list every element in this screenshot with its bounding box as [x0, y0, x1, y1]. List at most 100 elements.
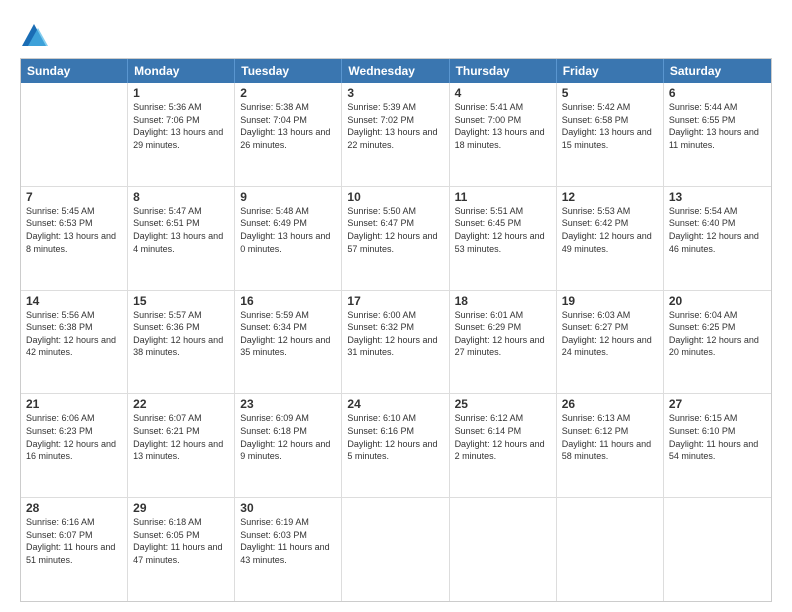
- logo-icon: [20, 22, 48, 50]
- cell-info: Sunrise: 6:01 AMSunset: 6:29 PMDaylight:…: [455, 309, 551, 359]
- cell-date: 26: [562, 397, 658, 411]
- calendar-cell: 5 Sunrise: 5:42 AMSunset: 6:58 PMDayligh…: [557, 83, 664, 186]
- cell-date: 5: [562, 86, 658, 100]
- calendar-cell: [21, 83, 128, 186]
- calendar-cell: 2 Sunrise: 5:38 AMSunset: 7:04 PMDayligh…: [235, 83, 342, 186]
- cell-info: Sunrise: 5:41 AMSunset: 7:00 PMDaylight:…: [455, 101, 551, 151]
- calendar-cell: 6 Sunrise: 5:44 AMSunset: 6:55 PMDayligh…: [664, 83, 771, 186]
- cell-info: Sunrise: 6:04 AMSunset: 6:25 PMDaylight:…: [669, 309, 766, 359]
- cell-date: 15: [133, 294, 229, 308]
- cell-info: Sunrise: 5:42 AMSunset: 6:58 PMDaylight:…: [562, 101, 658, 151]
- calendar-cell: 4 Sunrise: 5:41 AMSunset: 7:00 PMDayligh…: [450, 83, 557, 186]
- calendar-cell: [664, 498, 771, 601]
- day-header: Tuesday: [235, 59, 342, 83]
- calendar-week: 21 Sunrise: 6:06 AMSunset: 6:23 PMDaylig…: [21, 393, 771, 497]
- calendar-cell: 25 Sunrise: 6:12 AMSunset: 6:14 PMDaylig…: [450, 394, 557, 497]
- calendar-cell: 13 Sunrise: 5:54 AMSunset: 6:40 PMDaylig…: [664, 187, 771, 290]
- calendar-week: 1 Sunrise: 5:36 AMSunset: 7:06 PMDayligh…: [21, 83, 771, 186]
- cell-info: Sunrise: 5:38 AMSunset: 7:04 PMDaylight:…: [240, 101, 336, 151]
- calendar-cell: [557, 498, 664, 601]
- calendar-cell: [342, 498, 449, 601]
- calendar-cell: 23 Sunrise: 6:09 AMSunset: 6:18 PMDaylig…: [235, 394, 342, 497]
- cell-date: 4: [455, 86, 551, 100]
- calendar-cell: [450, 498, 557, 601]
- cell-info: Sunrise: 6:15 AMSunset: 6:10 PMDaylight:…: [669, 412, 766, 462]
- cell-info: Sunrise: 5:59 AMSunset: 6:34 PMDaylight:…: [240, 309, 336, 359]
- day-header: Wednesday: [342, 59, 449, 83]
- logo: [20, 22, 52, 50]
- cell-date: 6: [669, 86, 766, 100]
- cell-date: 19: [562, 294, 658, 308]
- day-header: Saturday: [664, 59, 771, 83]
- calendar-cell: 16 Sunrise: 5:59 AMSunset: 6:34 PMDaylig…: [235, 291, 342, 394]
- cell-info: Sunrise: 6:13 AMSunset: 6:12 PMDaylight:…: [562, 412, 658, 462]
- calendar-week: 28 Sunrise: 6:16 AMSunset: 6:07 PMDaylig…: [21, 497, 771, 601]
- cell-info: Sunrise: 5:47 AMSunset: 6:51 PMDaylight:…: [133, 205, 229, 255]
- calendar-cell: 9 Sunrise: 5:48 AMSunset: 6:49 PMDayligh…: [235, 187, 342, 290]
- cell-date: 11: [455, 190, 551, 204]
- cell-info: Sunrise: 6:06 AMSunset: 6:23 PMDaylight:…: [26, 412, 122, 462]
- day-header: Friday: [557, 59, 664, 83]
- cell-info: Sunrise: 5:50 AMSunset: 6:47 PMDaylight:…: [347, 205, 443, 255]
- page: SundayMondayTuesdayWednesdayThursdayFrid…: [0, 0, 792, 612]
- cell-info: Sunrise: 5:48 AMSunset: 6:49 PMDaylight:…: [240, 205, 336, 255]
- calendar-cell: 8 Sunrise: 5:47 AMSunset: 6:51 PMDayligh…: [128, 187, 235, 290]
- cell-info: Sunrise: 5:57 AMSunset: 6:36 PMDaylight:…: [133, 309, 229, 359]
- day-header: Sunday: [21, 59, 128, 83]
- cell-info: Sunrise: 6:03 AMSunset: 6:27 PMDaylight:…: [562, 309, 658, 359]
- calendar-cell: 24 Sunrise: 6:10 AMSunset: 6:16 PMDaylig…: [342, 394, 449, 497]
- calendar-cell: 17 Sunrise: 6:00 AMSunset: 6:32 PMDaylig…: [342, 291, 449, 394]
- cell-date: 1: [133, 86, 229, 100]
- cell-date: 3: [347, 86, 443, 100]
- calendar-cell: 20 Sunrise: 6:04 AMSunset: 6:25 PMDaylig…: [664, 291, 771, 394]
- calendar-cell: 18 Sunrise: 6:01 AMSunset: 6:29 PMDaylig…: [450, 291, 557, 394]
- cell-info: Sunrise: 6:18 AMSunset: 6:05 PMDaylight:…: [133, 516, 229, 566]
- cell-info: Sunrise: 6:19 AMSunset: 6:03 PMDaylight:…: [240, 516, 336, 566]
- cell-date: 10: [347, 190, 443, 204]
- calendar-cell: 19 Sunrise: 6:03 AMSunset: 6:27 PMDaylig…: [557, 291, 664, 394]
- calendar-cell: 21 Sunrise: 6:06 AMSunset: 6:23 PMDaylig…: [21, 394, 128, 497]
- calendar-cell: 29 Sunrise: 6:18 AMSunset: 6:05 PMDaylig…: [128, 498, 235, 601]
- cell-info: Sunrise: 6:10 AMSunset: 6:16 PMDaylight:…: [347, 412, 443, 462]
- cell-date: 17: [347, 294, 443, 308]
- cell-date: 18: [455, 294, 551, 308]
- calendar-cell: 26 Sunrise: 6:13 AMSunset: 6:12 PMDaylig…: [557, 394, 664, 497]
- calendar-week: 14 Sunrise: 5:56 AMSunset: 6:38 PMDaylig…: [21, 290, 771, 394]
- header: [20, 18, 772, 50]
- cell-date: 25: [455, 397, 551, 411]
- cell-date: 9: [240, 190, 336, 204]
- calendar-cell: 3 Sunrise: 5:39 AMSunset: 7:02 PMDayligh…: [342, 83, 449, 186]
- cell-info: Sunrise: 6:07 AMSunset: 6:21 PMDaylight:…: [133, 412, 229, 462]
- cell-date: 28: [26, 501, 122, 515]
- cell-info: Sunrise: 5:45 AMSunset: 6:53 PMDaylight:…: [26, 205, 122, 255]
- cell-info: Sunrise: 5:51 AMSunset: 6:45 PMDaylight:…: [455, 205, 551, 255]
- cell-info: Sunrise: 6:09 AMSunset: 6:18 PMDaylight:…: [240, 412, 336, 462]
- cell-date: 16: [240, 294, 336, 308]
- cell-date: 22: [133, 397, 229, 411]
- cell-info: Sunrise: 5:54 AMSunset: 6:40 PMDaylight:…: [669, 205, 766, 255]
- calendar-cell: 10 Sunrise: 5:50 AMSunset: 6:47 PMDaylig…: [342, 187, 449, 290]
- calendar-header: SundayMondayTuesdayWednesdayThursdayFrid…: [21, 59, 771, 83]
- cell-date: 7: [26, 190, 122, 204]
- cell-date: 29: [133, 501, 229, 515]
- calendar-cell: 7 Sunrise: 5:45 AMSunset: 6:53 PMDayligh…: [21, 187, 128, 290]
- calendar-body: 1 Sunrise: 5:36 AMSunset: 7:06 PMDayligh…: [21, 83, 771, 601]
- cell-date: 13: [669, 190, 766, 204]
- cell-date: 23: [240, 397, 336, 411]
- cell-date: 14: [26, 294, 122, 308]
- cell-date: 27: [669, 397, 766, 411]
- cell-info: Sunrise: 5:44 AMSunset: 6:55 PMDaylight:…: [669, 101, 766, 151]
- cell-date: 24: [347, 397, 443, 411]
- calendar-cell: 15 Sunrise: 5:57 AMSunset: 6:36 PMDaylig…: [128, 291, 235, 394]
- cell-info: Sunrise: 5:56 AMSunset: 6:38 PMDaylight:…: [26, 309, 122, 359]
- calendar-cell: 11 Sunrise: 5:51 AMSunset: 6:45 PMDaylig…: [450, 187, 557, 290]
- cell-date: 30: [240, 501, 336, 515]
- cell-info: Sunrise: 6:00 AMSunset: 6:32 PMDaylight:…: [347, 309, 443, 359]
- cell-date: 20: [669, 294, 766, 308]
- cell-date: 21: [26, 397, 122, 411]
- calendar-cell: 22 Sunrise: 6:07 AMSunset: 6:21 PMDaylig…: [128, 394, 235, 497]
- calendar-cell: 30 Sunrise: 6:19 AMSunset: 6:03 PMDaylig…: [235, 498, 342, 601]
- cell-info: Sunrise: 5:39 AMSunset: 7:02 PMDaylight:…: [347, 101, 443, 151]
- day-header: Monday: [128, 59, 235, 83]
- calendar-cell: 12 Sunrise: 5:53 AMSunset: 6:42 PMDaylig…: [557, 187, 664, 290]
